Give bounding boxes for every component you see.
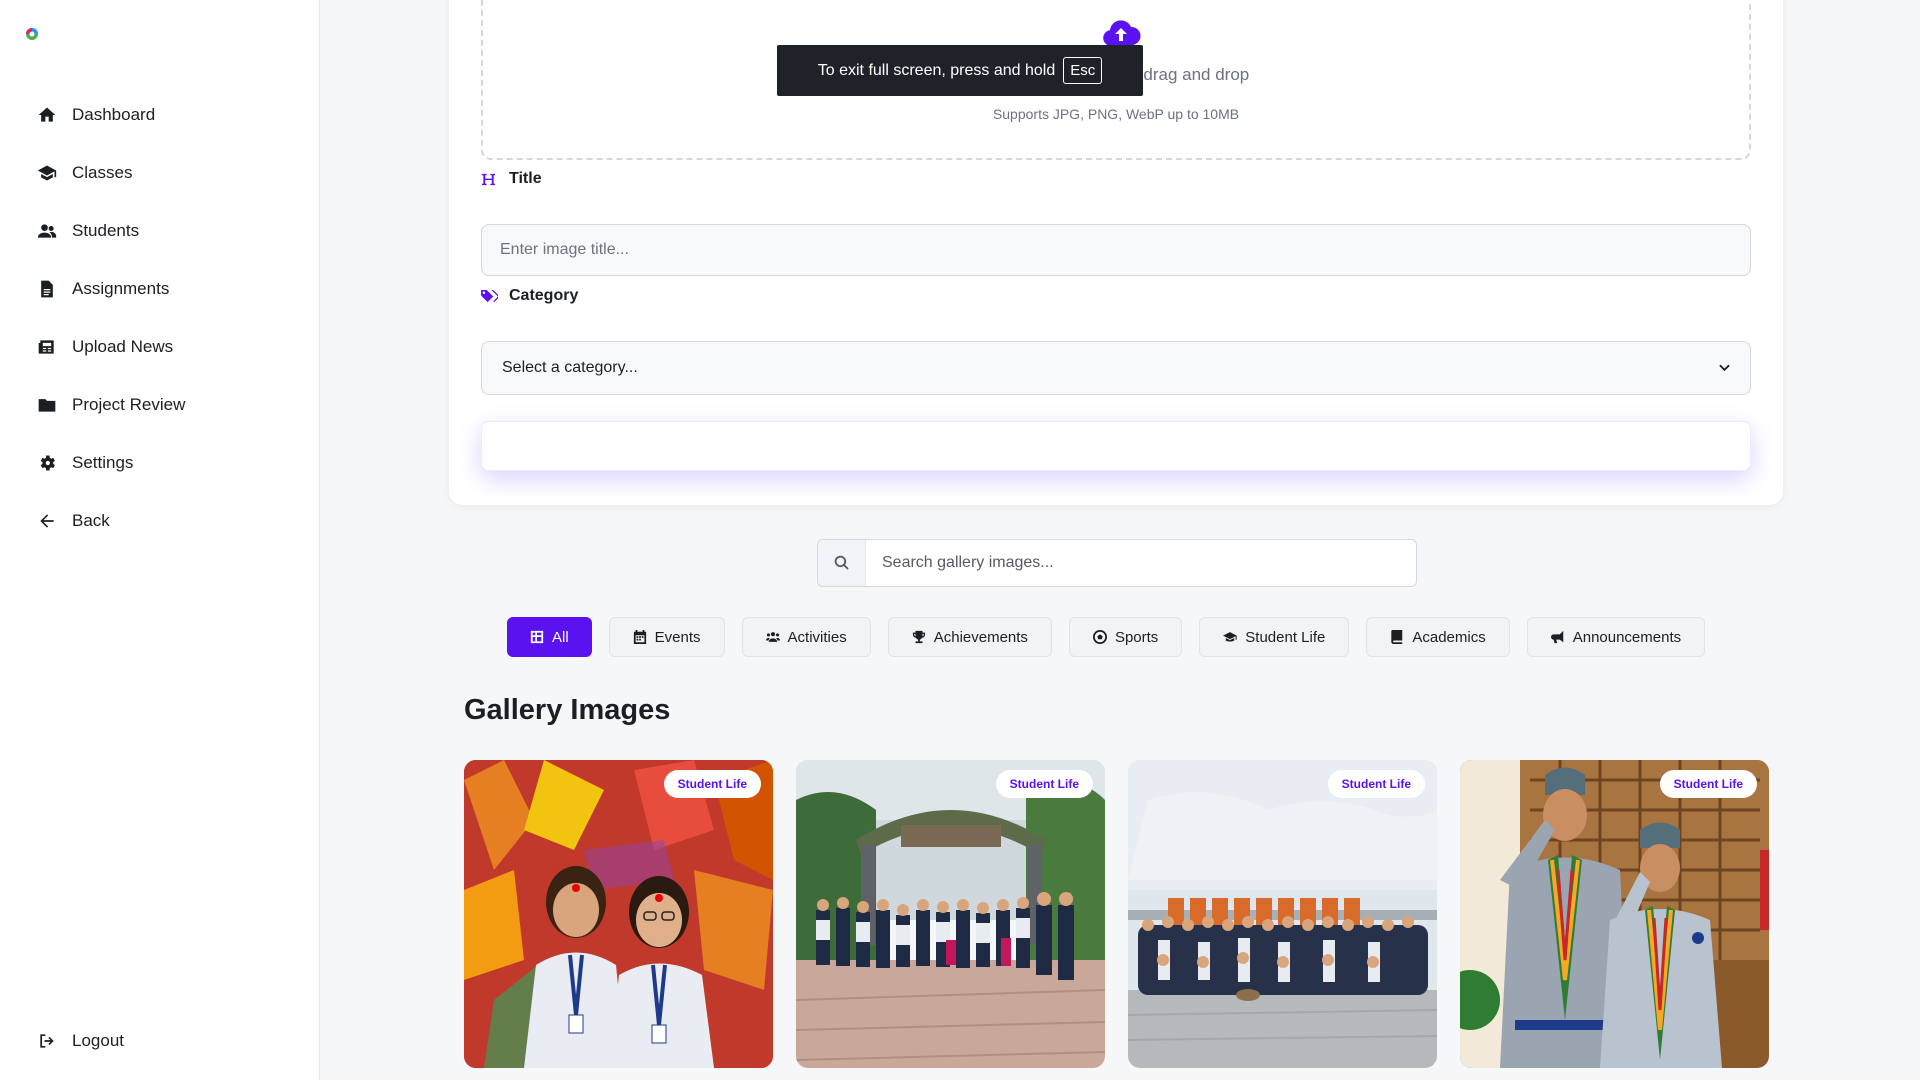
sidebar-item-label: Settings: [72, 453, 134, 472]
search-input[interactable]: [866, 541, 1416, 585]
filter-events[interactable]: Events: [608, 617, 725, 657]
filter-label: Academics: [1412, 628, 1486, 646]
main-content: r drag and drop Supports JPG, PNG, WebP …: [352, 0, 1880, 1080]
gear-icon: [36, 452, 58, 474]
logout-label: Logout: [72, 1031, 124, 1050]
chevron-down-icon: [1719, 361, 1730, 375]
category-select[interactable]: Select a category...: [481, 341, 1751, 395]
filter-label: All: [552, 628, 569, 646]
gallery-photo: [796, 760, 1105, 1068]
sidebar-item-label: Students: [72, 221, 140, 240]
esc-key-hint: Esc: [1063, 57, 1103, 84]
school-icon: [36, 162, 58, 184]
filter-announcements[interactable]: Announcements: [1526, 617, 1706, 657]
drag-drop-text: r drag and drop: [1133, 65, 1250, 84]
filter-academics[interactable]: Academics: [1366, 617, 1510, 657]
sidebar-item-label: Classes: [72, 163, 133, 182]
filter-activities[interactable]: Activities: [741, 617, 871, 657]
sidebar-item-classes[interactable]: Classes: [36, 144, 185, 202]
ball-icon: [1092, 630, 1107, 644]
sidebar-item-label: Upload News: [72, 337, 174, 356]
upload-submit-button[interactable]: [481, 421, 1751, 471]
category-badge: Student Life: [1327, 770, 1425, 798]
fullscreen-exit-toast: To exit full screen, press and hold Esc: [777, 45, 1143, 96]
gallery-title: Gallery Images: [464, 694, 671, 726]
users-icon: [765, 632, 780, 642]
gallery-card[interactable]: Student Life: [464, 760, 773, 1068]
gallery-photo: [1128, 760, 1437, 1068]
sidebar-item-project-review[interactable]: Project Review: [36, 376, 185, 434]
sidebar-item-label: Assignments: [72, 279, 170, 298]
sidebar-item-students[interactable]: Students: [36, 202, 185, 260]
calendar-icon: [633, 630, 646, 644]
home-icon: [36, 104, 58, 126]
category-badge: Student Life: [995, 770, 1093, 798]
folder-icon: [36, 394, 58, 416]
sidebar-item-assignments[interactable]: Assignments: [36, 260, 185, 318]
filter-label: Announcements: [1572, 628, 1682, 646]
sidebar-item-label: Dashboard: [72, 105, 156, 124]
category-selected-value: Select a category...: [502, 359, 638, 376]
gallery-card[interactable]: Student Life: [1460, 760, 1769, 1068]
category-badge: Student Life: [1659, 770, 1757, 798]
title-input[interactable]: [481, 224, 1751, 276]
title-field-label: Title: [481, 170, 542, 188]
filter-sports[interactable]: Sports: [1068, 617, 1183, 657]
supported-formats-text: Supports JPG, PNG, WebP up to 10MB: [992, 106, 1240, 122]
sidebar-item-label: Project Review: [72, 395, 186, 414]
cloud-upload-icon: [1101, 18, 1141, 48]
gallery-search: [817, 539, 1417, 587]
megaphone-icon: [1550, 630, 1563, 644]
logout-icon: [36, 1030, 58, 1052]
file-icon: [36, 278, 58, 300]
app-logo[interactable]: [22, 24, 42, 44]
filter-label: Events: [654, 628, 701, 646]
gallery-card[interactable]: Student Life: [1128, 760, 1437, 1068]
graduation-cap-icon: [1223, 632, 1237, 642]
logout-button[interactable]: Logout: [36, 1012, 124, 1070]
grid-icon: [530, 630, 544, 644]
category-label-text: Category: [509, 287, 579, 304]
gallery-photo: [464, 760, 773, 1068]
gallery-photo: [1460, 760, 1769, 1068]
category-badge: Student Life: [663, 770, 761, 798]
arrow-left-icon: [36, 510, 58, 532]
heading-icon: [481, 172, 499, 187]
category-filters: All Events Activities Achievements Sport…: [507, 617, 1722, 657]
filter-all[interactable]: All: [507, 617, 592, 657]
filter-label: Student Life: [1245, 628, 1326, 646]
tags-icon: [481, 289, 499, 304]
book-icon: [1391, 630, 1403, 644]
trophy-icon: [912, 630, 925, 644]
filter-achievements[interactable]: Achievements: [887, 617, 1052, 657]
filter-label: Activities: [787, 628, 847, 646]
users-icon: [36, 220, 58, 242]
sidebar-item-upload-news[interactable]: Upload News: [36, 318, 185, 376]
sidebar-item-dashboard[interactable]: Dashboard: [36, 86, 185, 144]
title-label-text: Title: [509, 170, 542, 187]
category-field-label: Category: [481, 287, 578, 305]
search-icon: [818, 540, 866, 586]
gallery-card[interactable]: Student Life: [796, 760, 1105, 1068]
filter-student-life[interactable]: Student Life: [1199, 617, 1350, 657]
filter-label: Achievements: [933, 628, 1028, 646]
sidebar-nav: Dashboard Classes Students Assignments U…: [36, 86, 185, 550]
sidebar-item-label: Back: [72, 511, 110, 530]
sidebar: Dashboard Classes Students Assignments U…: [0, 0, 320, 1080]
toast-text: To exit full screen, press and hold: [817, 61, 1056, 79]
sidebar-item-back[interactable]: Back: [36, 492, 185, 550]
filter-label: Sports: [1114, 628, 1159, 646]
newspaper-icon: [36, 336, 58, 358]
sidebar-item-settings[interactable]: Settings: [36, 434, 185, 492]
